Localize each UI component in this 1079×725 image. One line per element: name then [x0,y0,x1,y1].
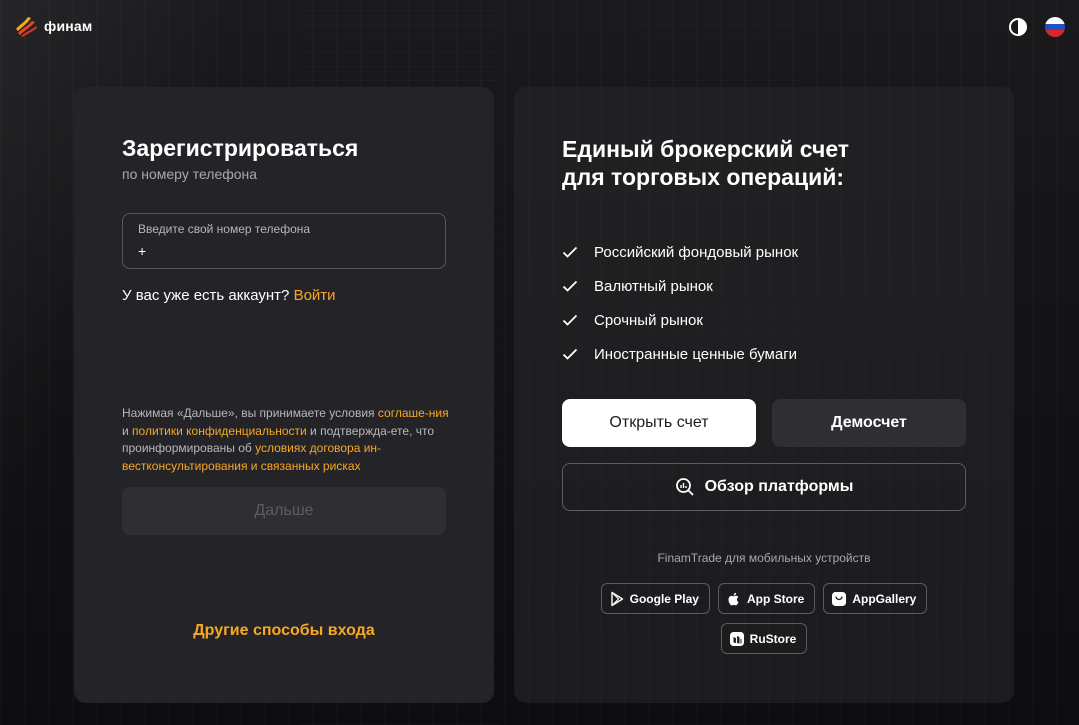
agreement-link[interactable]: соглаше-ния [378,406,449,420]
terms-text: Нажимая «Дальше», вы принимаете условия … [122,405,450,475]
registration-subtitle: по номеру телефона [122,166,258,182]
store-label: AppGallery [852,591,917,606]
has-account-line: У вас уже есть аккаунт? Войти [122,287,336,304]
next-button[interactable]: Дальше [122,487,446,535]
logo-text: финам [44,18,93,34]
feature-label: Валютный рынок [594,277,713,295]
app-store-button[interactable]: App Store [717,583,816,614]
registration-card: Зарегистрироваться по номеру телефона Вв… [74,87,494,703]
features-list: Российский фондовый рынок Валютный рынок… [562,235,798,371]
check-icon [562,314,582,326]
feature-label: Срочный рынок [594,311,703,329]
check-icon [562,280,582,292]
other-login-methods-link[interactable]: Другие способы входа [74,622,494,640]
search-chart-icon [675,478,694,496]
promo-title-line: Единый брокерский счет [562,136,850,162]
appgallery-icon [832,591,847,606]
phone-input[interactable]: Введите свой номер телефона + [122,213,446,269]
open-account-button[interactable]: Открыть счет [562,399,756,447]
feature-label: Российский фондовый рынок [594,243,799,261]
store-label: Google Play [629,591,699,606]
platform-overview-label: Обзор платформы [704,478,854,495]
google-play-button[interactable]: Google Play [600,583,710,614]
phone-input-label: Введите свой номер телефона [138,222,311,236]
russia-flag-icon[interactable] [1045,17,1065,37]
login-link[interactable]: Войти [294,287,336,304]
demo-account-button[interactable]: Демосчет [772,399,966,447]
platform-overview-button[interactable]: Обзор платформы [562,463,966,511]
apple-icon [728,592,739,605]
feature-item: Иностранные ценные бумаги [562,337,798,371]
store-label: App Store [746,591,805,606]
finam-logo[interactable]: финам [14,15,92,37]
check-icon [562,348,582,360]
app-store-links: Google Play App Store AppGallery RuStore [594,583,934,654]
rustore-button[interactable]: RuStore [720,623,808,654]
header-controls [1009,17,1065,37]
google-play-icon [610,591,623,606]
contrast-icon[interactable] [1009,18,1027,36]
finam-logo-mark-icon [16,17,37,37]
terms-part: и [122,423,133,438]
phone-input-value[interactable]: + [138,243,430,259]
promo-card: Единый брокерский счет для торговых опер… [514,87,1014,703]
feature-item: Валютный рынок [562,269,798,303]
check-icon [562,246,582,258]
feature-item: Срочный рынок [562,303,798,337]
store-label: RuStore [749,631,797,646]
terms-part: Нажимая «Дальше», вы принимаете условия [122,406,378,420]
feature-label: Иностранные ценные бумаги [594,345,798,363]
appgallery-button[interactable]: AppGallery [823,583,928,614]
promo-title-line: для торговых операций: [562,164,845,190]
mobile-apps-caption: FinamTrade для мобильных устройств [657,551,871,565]
privacy-policy-link[interactable]: политики конфиденциальности [132,424,307,438]
rustore-icon [729,631,744,646]
promo-title: Единый брокерский счет для торговых опер… [562,135,849,191]
registration-title: Зарегистрироваться [122,135,359,161]
feature-item: Российский фондовый рынок [562,235,798,269]
has-account-text: У вас уже есть аккаунт? [122,287,290,304]
